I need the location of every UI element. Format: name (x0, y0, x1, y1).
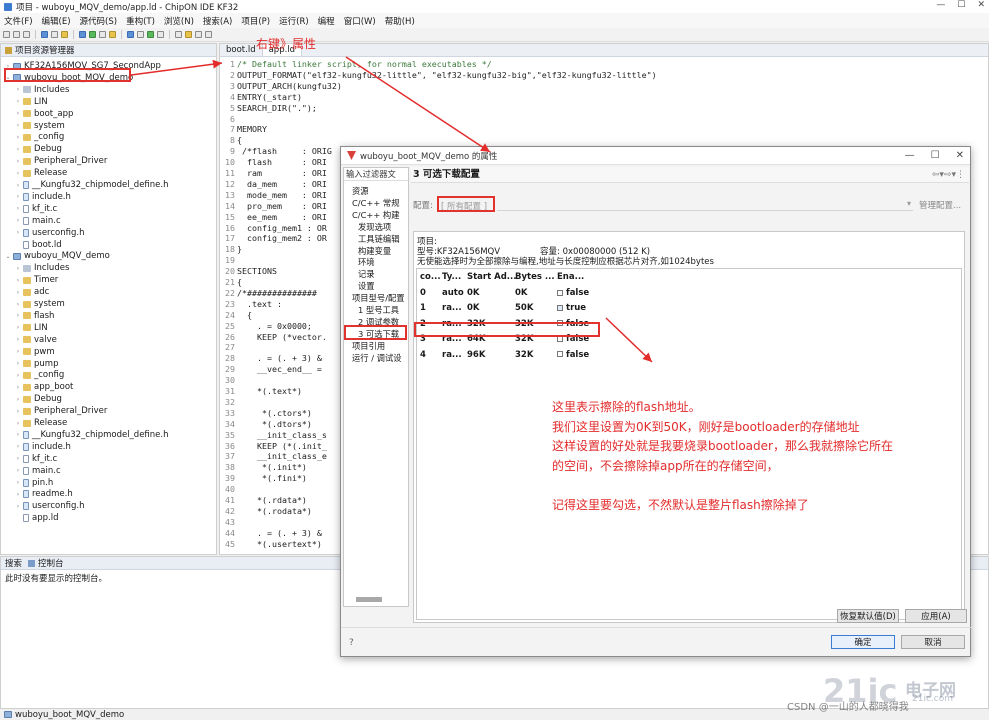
arrow-to-explanation (605, 317, 653, 363)
watermark-en: 21ic.com (912, 694, 953, 704)
arrow-to-right-click (130, 59, 223, 76)
annotation-arrows (130, 56, 653, 363)
arrow-to-dialog (345, 56, 491, 153)
watermark-csdn: CSDN @一山的人都晓得我 (787, 702, 909, 713)
